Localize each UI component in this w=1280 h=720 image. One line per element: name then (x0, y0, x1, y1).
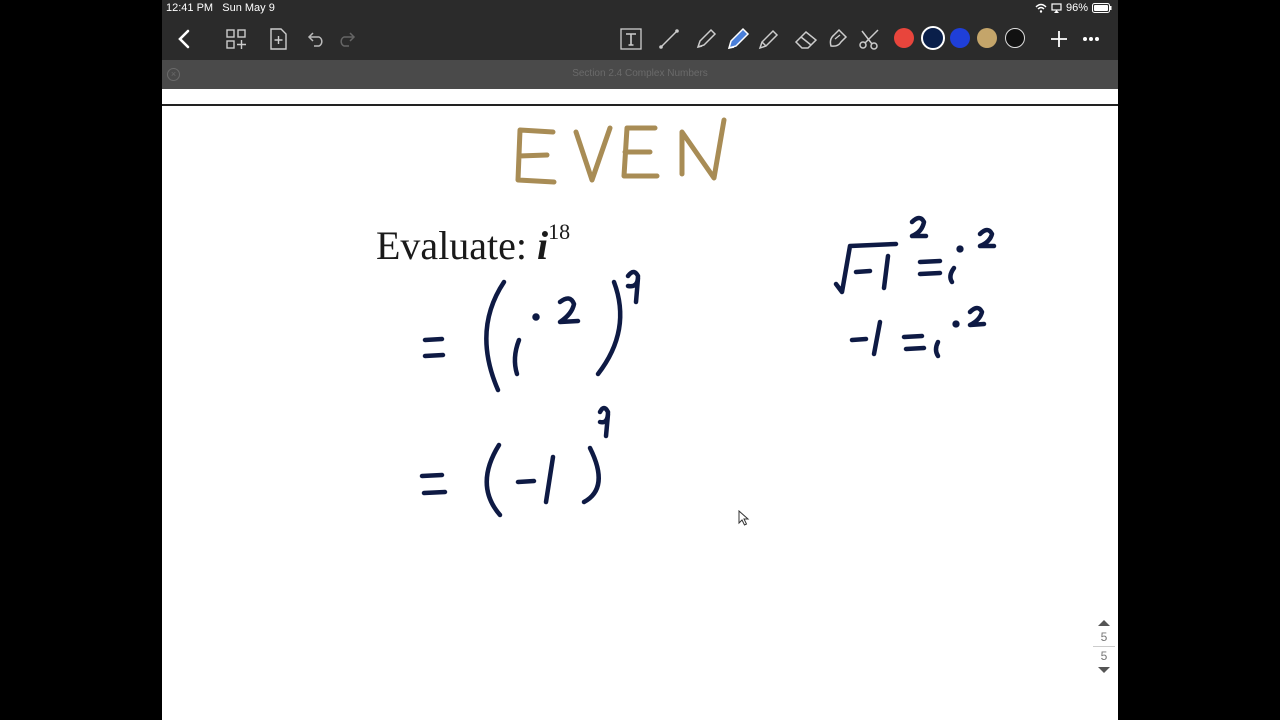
pager-divider (1093, 646, 1115, 647)
handwritten-heading-even (515, 117, 727, 185)
pointer-cursor-icon (738, 510, 750, 526)
page-up-icon[interactable] (1097, 619, 1111, 627)
page-down-icon[interactable] (1097, 666, 1111, 674)
current-page: 5 (1100, 630, 1108, 644)
handwritten-work (419, 215, 997, 518)
app-screen: 12:41 PM Sun May 9 96% × Section 2.4 Com… (162, 0, 1118, 720)
handwriting-layer (419, 117, 997, 518)
page-navigator: 5 5 (1092, 616, 1116, 690)
total-pages: 5 (1100, 649, 1108, 663)
